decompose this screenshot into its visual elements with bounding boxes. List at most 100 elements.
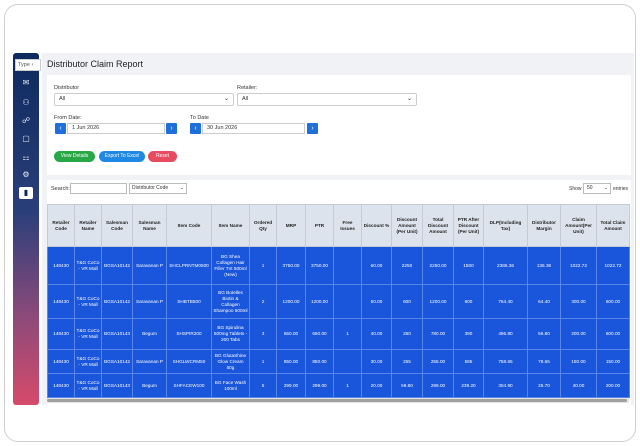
table-cell: 600 <box>391 284 423 319</box>
scrollbar-thumb[interactable] <box>47 399 627 402</box>
code-filter-select[interactable]: Distributor Code ⌄ <box>129 183 187 194</box>
main-content: Distributor Claim Report Distributor All… <box>42 53 634 405</box>
column-header[interactable]: DLP(Including Tax) <box>483 204 528 247</box>
settings-icon[interactable]: ⚙ <box>21 171 31 179</box>
table-cell: 600 <box>453 284 484 319</box>
column-header[interactable]: Total Discount Amount <box>422 204 454 247</box>
from-date-input[interactable]: 1 Jun 2026 <box>67 123 165 134</box>
chevron-down-icon: ⌄ <box>179 185 184 191</box>
table-cell: 299.00 <box>276 373 306 398</box>
table-cell: 850.00 <box>305 349 334 374</box>
column-header[interactable]: Ordered Qty <box>249 204 277 247</box>
users-icon[interactable]: ⚇ <box>21 99 31 107</box>
type-select[interactable]: Type ‹ <box>15 59 41 71</box>
table-cell: 764.40 <box>483 284 528 319</box>
retailer-label: Retailer: <box>237 85 258 91</box>
handshake-icon[interactable]: ☍ <box>21 117 31 125</box>
table-row[interactable]: 148430 T&G CoCo - VR Mall BGSA10142 Saravan… <box>47 246 630 285</box>
sidebar: Type ‹ ✉ ⚇ ☍ ▢ ⚏ ⚙ ▮ <box>13 53 41 405</box>
column-header[interactable]: MRP <box>276 204 306 247</box>
table-row[interactable]: 148430 T&G CoCo - VR Mall BGSA10143 Begum SH… <box>47 318 630 350</box>
table-cell: 650.00 <box>305 318 334 350</box>
table-cell: SHFACEW100 <box>166 373 212 398</box>
table-cell: 1022.72 <box>596 246 630 285</box>
view-details-button[interactable]: View Details <box>54 151 95 162</box>
to-date-input[interactable]: 30 Jun 2026 <box>202 123 305 134</box>
table-cell: BGSA10143 <box>101 373 133 398</box>
column-header[interactable]: Item Code <box>166 204 212 247</box>
export-excel-button[interactable]: Export To Excel <box>99 151 145 162</box>
to-date-next-button[interactable]: › <box>307 123 318 134</box>
column-header[interactable]: Retailer Code <box>47 204 75 247</box>
column-header[interactable]: PTR After Discount (Per Unit) <box>453 204 484 247</box>
report-panel: Search: Distributor Code ⌄ Show 50 ⌄ entri… <box>47 180 631 405</box>
table-cell: 150.00 <box>596 349 630 374</box>
table-cell: 390 <box>453 318 484 350</box>
table-cell: 1022.72 <box>560 246 597 285</box>
table-cell: 148430 <box>47 246 75 285</box>
column-header[interactable]: Distributor Margin <box>527 204 561 247</box>
table-cell: BGSA10143 <box>101 318 133 350</box>
table-cell: 148430 <box>47 318 75 350</box>
column-header[interactable]: Discount Amount (Per Unit) <box>391 204 423 247</box>
table-cell: 20.00 <box>361 373 392 398</box>
org-chart-icon[interactable]: ⚏ <box>21 154 31 162</box>
table-cell: 1 <box>249 246 277 285</box>
table-cell: 850.00 <box>276 349 306 374</box>
reset-button[interactable]: Reset <box>148 151 177 162</box>
table-cell: 40.00 <box>560 373 597 398</box>
table-cell: 1 <box>249 349 277 374</box>
bar-chart-icon[interactable]: ▮ <box>19 187 33 199</box>
table-cell: 1 <box>333 318 362 350</box>
app-frame: Type ‹ ✉ ⚇ ☍ ▢ ⚏ ⚙ ▮ Distributor Claim R… <box>4 4 636 442</box>
column-header[interactable]: Free Issues <box>333 204 362 247</box>
table-cell: BG Botelles Biotin & Collagen Shampoo 50… <box>211 284 250 319</box>
table-cell: 148430 <box>47 373 75 398</box>
table-cell: 304.90 <box>483 373 528 398</box>
table-cell: 2250.00 <box>422 246 454 285</box>
column-header[interactable]: PTR <box>305 204 334 247</box>
to-date-prev-button[interactable]: ‹ <box>190 123 201 134</box>
table-cell: 300.00 <box>560 284 597 319</box>
table-cell: 5 <box>249 373 277 398</box>
show-label: Show <box>569 186 582 192</box>
column-header[interactable]: Retailer Name <box>74 204 102 247</box>
table-cell: 255 <box>391 349 423 374</box>
table-cell: BG Spirulina 500mg Tablets - 200 Tabs <box>211 318 250 350</box>
table-row[interactable]: 148430 T&G CoCo - VR Mall BGSA10142 Saravan… <box>47 349 630 374</box>
table-cell: 59.80 <box>391 373 423 398</box>
table-cell: 136.36 <box>527 246 561 285</box>
table-cell: 1200.00 <box>276 284 306 319</box>
table-cell: Saravanan P <box>132 284 167 319</box>
table-cell: 780.00 <box>422 318 454 350</box>
table-cell: 2 <box>249 284 277 319</box>
column-header[interactable]: Total Claim Amount <box>596 204 630 247</box>
column-header[interactable]: Item Name <box>211 204 250 247</box>
column-header[interactable]: Salesman Code <box>101 204 133 247</box>
table-cell: BGSA10142 <box>101 349 133 374</box>
table-cell: 1 <box>333 373 362 398</box>
from-date-next-button[interactable]: › <box>166 123 177 134</box>
table-cell: 299.00 <box>422 373 454 398</box>
table-cell: 3750.00 <box>305 246 334 285</box>
table-row[interactable]: 148430 T&G CoCo - VR Mall BGSA10142 Saravan… <box>47 284 630 319</box>
column-header[interactable]: Discount % <box>361 204 392 247</box>
chat-icon[interactable]: ▢ <box>21 135 31 143</box>
table-row[interactable]: 148430 T&G CoCo - VR Mall BGSA10143 Begum SH… <box>47 373 630 398</box>
from-date-prev-button[interactable]: ‹ <box>55 123 66 134</box>
table-cell: T&G CoCo - VR Mall <box>74 246 102 285</box>
table-cell: 600.00 <box>596 284 630 319</box>
column-header[interactable]: Salesman Name <box>132 204 167 247</box>
retailer-select[interactable]: All ⌄ <box>237 93 417 106</box>
mail-icon[interactable]: ✉ <box>21 79 31 87</box>
page-size-select[interactable]: 50 ⌄ <box>583 183 611 194</box>
table-cell: 200.00 <box>596 373 630 398</box>
table-cell: 1200.00 <box>422 284 454 319</box>
search-input[interactable] <box>70 183 127 194</box>
distributor-select[interactable]: All ⌄ <box>54 93 234 106</box>
table-cell: 64.40 <box>527 284 561 319</box>
column-header[interactable]: Claim Amount(Per Unit) <box>560 204 597 247</box>
table-cell: 50.00 <box>361 284 392 319</box>
table-cell: 2386.36 <box>483 246 528 285</box>
horizontal-scrollbar[interactable] <box>47 398 629 403</box>
